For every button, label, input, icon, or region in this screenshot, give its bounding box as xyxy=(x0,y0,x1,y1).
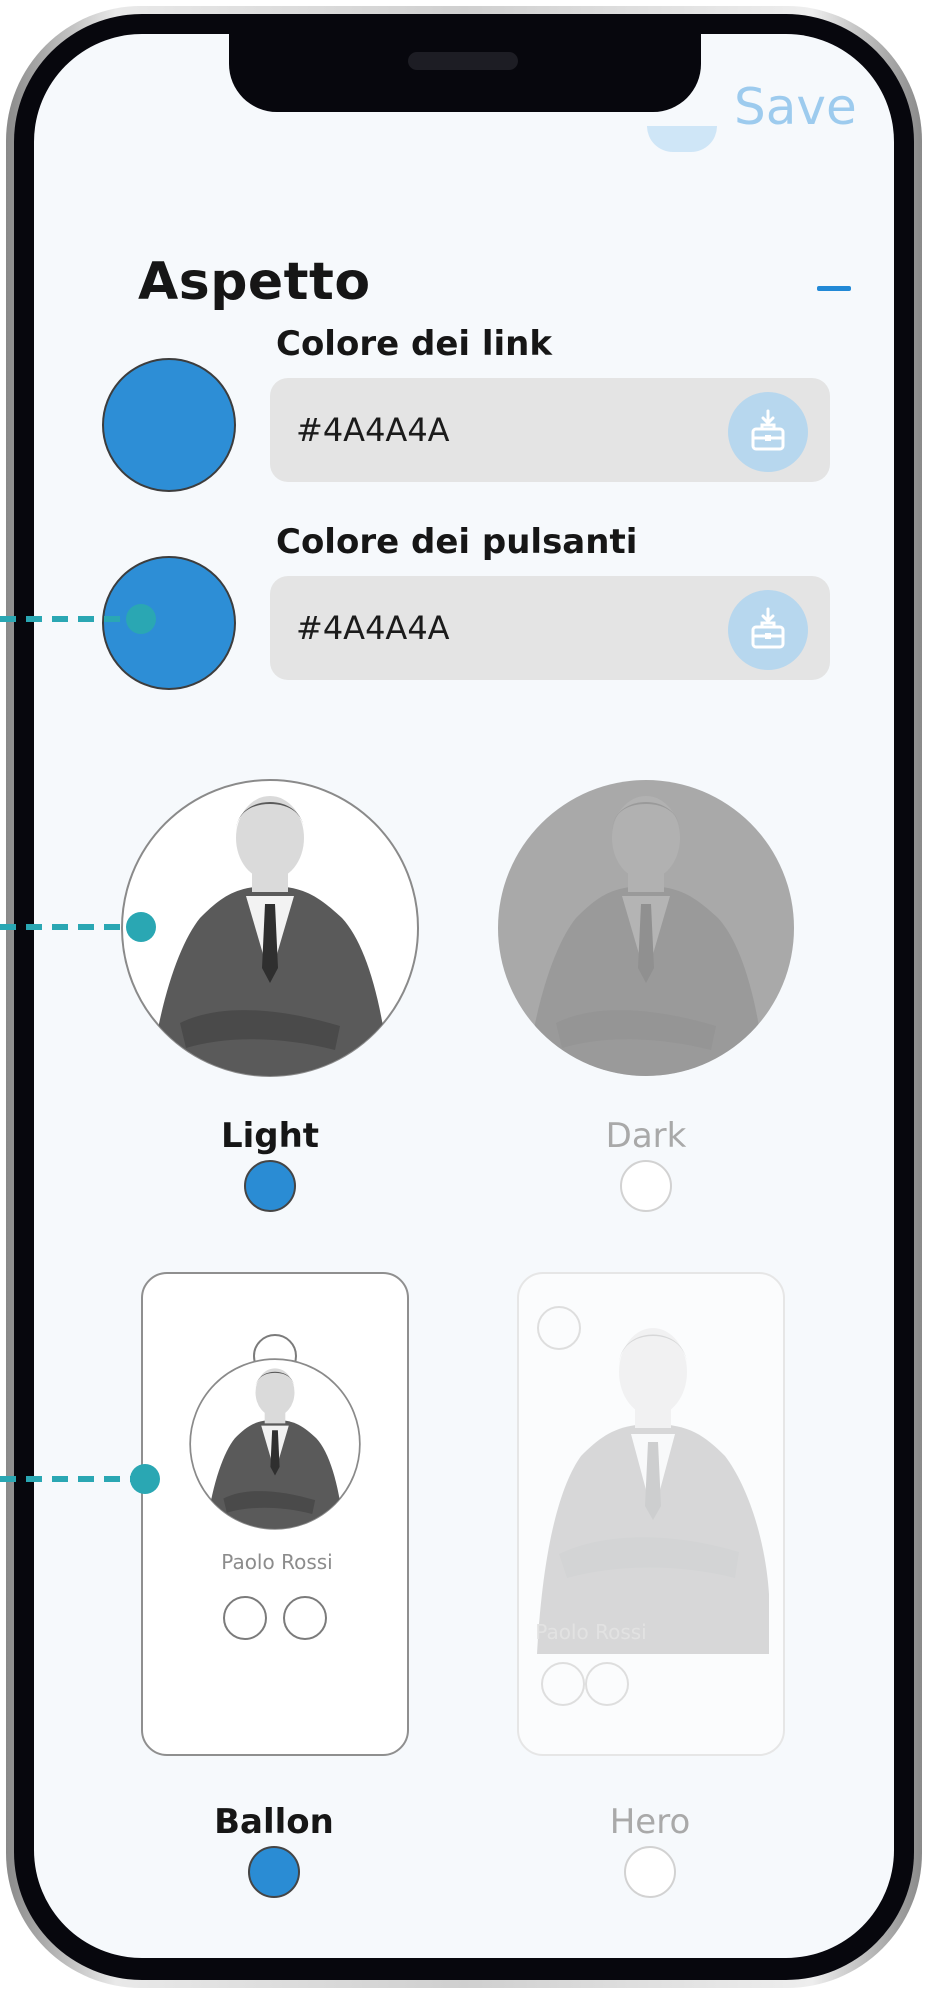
layout-ballon-label: Ballon xyxy=(214,1802,334,1842)
phone-screen: Save Aspetto Colore dei link #4A4A4A Col… xyxy=(34,34,894,1958)
layout-hero-label: Hero xyxy=(609,1802,691,1842)
link-color-swatch[interactable] xyxy=(102,358,236,492)
layout-hero-card[interactable]: Paolo Rossi xyxy=(517,1272,785,1756)
theme-dark-label: Dark xyxy=(605,1116,687,1156)
callout-connector-theme xyxy=(0,924,132,930)
section-title: Aspetto xyxy=(138,252,371,312)
phone-speaker xyxy=(408,52,518,70)
ballon-preview-social-2 xyxy=(283,1596,327,1640)
button-color-label: Colore dei pulsanti xyxy=(276,522,638,562)
hero-preview-name: Paolo Rossi xyxy=(535,1620,647,1644)
callout-connector-layout xyxy=(0,1476,136,1482)
callout-dot-colors xyxy=(126,604,156,634)
save-icon[interactable] xyxy=(647,126,717,152)
link-color-label: Colore dei link xyxy=(276,324,553,364)
button-color-value[interactable]: #4A4A4A xyxy=(296,576,450,680)
theme-light-preview[interactable] xyxy=(120,778,420,1078)
callout-dot-theme xyxy=(126,912,156,942)
ballon-preview-name: Paolo Rossi xyxy=(221,1550,333,1574)
link-color-field[interactable]: #4A4A4A xyxy=(270,378,830,482)
theme-light-radio[interactable] xyxy=(244,1160,296,1212)
theme-light-label: Light xyxy=(220,1116,320,1156)
hero-preview-social-2 xyxy=(585,1662,629,1706)
link-color-value[interactable]: #4A4A4A xyxy=(296,378,450,482)
theme-dark-radio[interactable] xyxy=(620,1160,672,1212)
ballon-preview-social-1 xyxy=(223,1596,267,1640)
callout-connector-colors xyxy=(0,616,132,622)
save-button[interactable]: Save xyxy=(734,78,857,136)
hero-preview-social-1 xyxy=(541,1662,585,1706)
theme-dark-preview[interactable] xyxy=(496,778,796,1078)
collapse-button[interactable] xyxy=(817,286,851,291)
hero-preview-avatar-placeholder xyxy=(537,1306,581,1350)
ballon-preview-avatar xyxy=(189,1358,361,1530)
color-picker-icon[interactable] xyxy=(728,590,808,670)
button-color-field[interactable]: #4A4A4A xyxy=(270,576,830,680)
layout-ballon-radio[interactable] xyxy=(248,1846,300,1898)
layout-hero-radio[interactable] xyxy=(624,1846,676,1898)
button-color-swatch[interactable] xyxy=(102,556,236,690)
callout-dot-layout xyxy=(130,1464,160,1494)
layout-ballon-card[interactable]: Paolo Rossi xyxy=(141,1272,409,1756)
color-picker-icon[interactable] xyxy=(728,392,808,472)
